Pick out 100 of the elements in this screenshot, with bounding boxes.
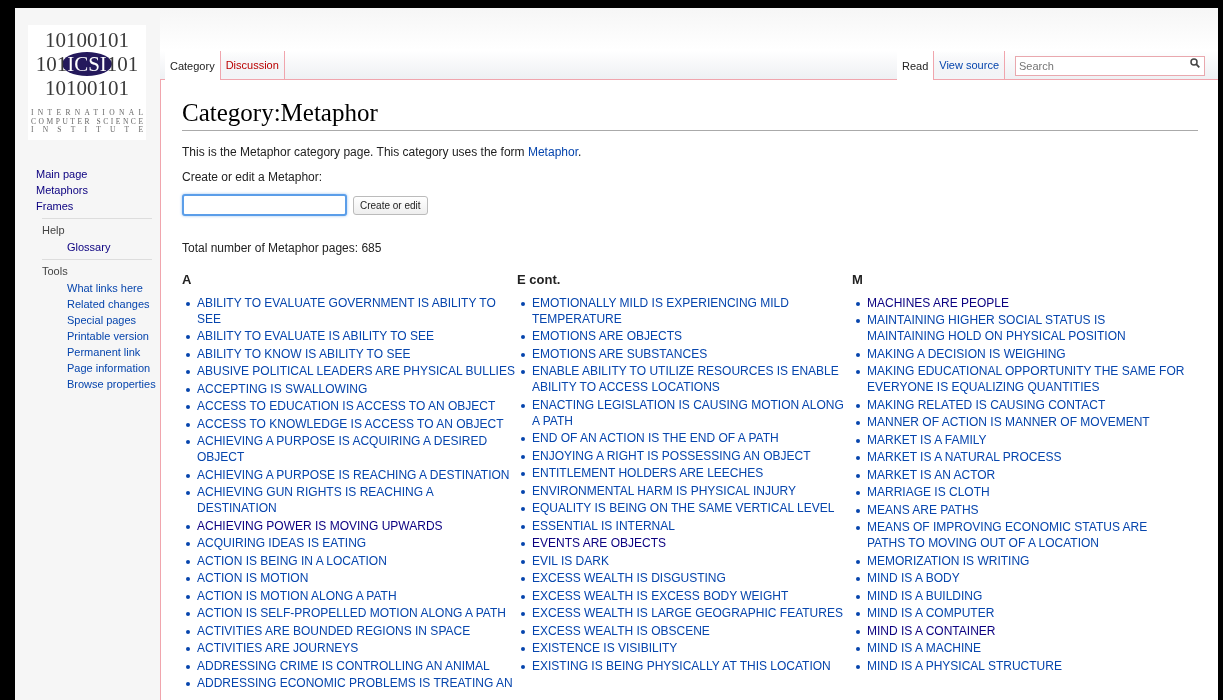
category-entry-link[interactable]: EVIL IS DARK [532, 552, 609, 569]
create-or-edit-button[interactable]: Create or edit [353, 195, 428, 215]
category-entry-link[interactable]: ENJOYING A RIGHT IS POSSESSING AN OBJECT [532, 447, 811, 464]
bullet-icon [856, 421, 860, 425]
total-count: Total number of Metaphor pages: 685 [182, 240, 382, 256]
category-entry-link[interactable]: ACTION IS BEING IN A LOCATION [197, 552, 387, 569]
category-entry-link[interactable]: ACHIEVING A PURPOSE IS REACHING A DESTINATION [197, 466, 510, 483]
category-entry-link[interactable]: ACTION IS MOTION ALONG A PATH [197, 587, 397, 604]
category-entry-link[interactable]: ABILITY TO EVALUATE IS ABILITY TO SEE [197, 328, 434, 344]
category-entry-link[interactable]: EQUALITY IS BEING ON THE SAME VERTICAL LEVEL [532, 500, 835, 516]
bullet-icon [521, 472, 525, 476]
category-entry-link[interactable]: ADDRESSING CRIME IS CONTROLLING AN ANIMAL [197, 657, 490, 674]
bullet-icon [186, 664, 190, 669]
category-entry-link[interactable]: ABILITY TO KNOW IS ABILITY TO SEE [197, 345, 411, 362]
category-entry-link[interactable]: MEANS ARE PATHS [867, 501, 979, 518]
category-entry-link[interactable]: ACCESS TO KNOWLEDGE IS ACCESS TO AN OBJECT [197, 415, 504, 432]
category-entry-link[interactable]: ACHIEVING GUN RIGHTS IS REACHING A DESTINATION [197, 484, 515, 516]
category-entry-link[interactable]: ENACTING LEGISLATION IS CAUSING MOTION ALONG A PATH [532, 396, 850, 429]
sidebar-link[interactable]: Special pages [67, 312, 137, 328]
category-entry-link[interactable]: EXCESS WEALTH IS EXCESS BODY WEIGHT [532, 587, 789, 604]
category-entry-link[interactable]: EXISTENCE IS VISIBILITY [532, 640, 678, 656]
category-entry-link[interactable]: MIND IS A MACHINE [867, 640, 982, 656]
category-entry-link[interactable]: MEANS OF IMPROVING ECONOMIC STATUS ARE PATHS TO MOVING OUT OF A LOCATION [867, 519, 1185, 551]
bullet-icon [521, 437, 525, 441]
bullet-icon [856, 559, 860, 564]
category-entry-link[interactable]: ABILITY TO EVALUATE GOVERNMENT IS ABILITY TO SEE [197, 294, 515, 327]
category-entry-link[interactable]: MAINTAINING HIGHER SOCIAL STATUS IS MAINTAINING HOLD ON PHYSICAL POSITION [867, 312, 1185, 344]
category-entry-link[interactable]: MANNER OF ACTION IS MANNER OF MOVEMENT [867, 414, 1150, 430]
bullet-icon [521, 542, 525, 546]
tab[interactable]: Discussion [220, 51, 285, 79]
category-entry-link[interactable]: MIND IS A COMPUTER [867, 605, 995, 621]
bullet-icon [186, 370, 190, 374]
bullet-icon [186, 524, 190, 529]
form-link[interactable]: Metaphor [527, 145, 578, 159]
search-field[interactable]: Search [1015, 56, 1205, 76]
category-entry-link[interactable]: EVENTS ARE OBJECTS [532, 535, 667, 551]
sidebar-link[interactable]: Browse properties [67, 376, 156, 392]
category-entry-link[interactable]: ESSENTIAL IS INTERNAL [532, 517, 675, 534]
bullet-icon [856, 577, 860, 581]
category-entry-link[interactable]: ACTIVITIES ARE BOUNDED REGIONS IN SPACE [197, 622, 471, 639]
category-entry-link[interactable]: MIND IS A CONTAINER [867, 622, 996, 639]
bullet-icon [856, 403, 860, 408]
bullet-icon [186, 473, 190, 478]
category-entry-link[interactable]: ABUSIVE POLITICAL LEADERS ARE PHYSICAL BULLIES [197, 363, 515, 379]
category-entry-link[interactable]: EMOTIONS ARE SUBSTANCES [532, 345, 708, 362]
category-entry-link[interactable]: ACTION IS SELF-PROPELLED MOTION ALONG A PATH [197, 605, 506, 621]
category-entry-link[interactable]: EXCESS WEALTH IS OBSCENE [532, 622, 710, 639]
sidebar-link[interactable]: Metaphors [36, 182, 88, 198]
category-entry-link[interactable]: MARKET IS A FAMILY [867, 431, 987, 448]
category-entry-link[interactable]: ACHIEVING A PURPOSE IS ACQUIRING A DESIRED OBJECT [197, 433, 515, 465]
sidebar-link[interactable]: Frames [36, 198, 74, 214]
bullet-icon [521, 507, 525, 511]
sidebar-link[interactable]: Page information [67, 360, 151, 376]
category-entry-link[interactable]: MAKING RELATED IS CAUSING CONTACT [867, 396, 1106, 413]
bullet-icon [186, 577, 190, 581]
sidebar-link[interactable]: Permanent link [67, 344, 141, 360]
category-entry-link[interactable]: MEMORIZATION IS WRITING [867, 552, 1030, 569]
category-entry-link[interactable]: EXCESS WEALTH IS DISGUSTING [532, 570, 726, 586]
category-entry-link[interactable]: EXCESS WEALTH IS LARGE GEOGRAPHIC FEATURES [532, 605, 843, 621]
category-entry-link[interactable]: MIND IS A BUILDING [867, 587, 983, 604]
search-icon[interactable] [1190, 58, 1200, 68]
sidebar-link[interactable]: What links here [67, 280, 143, 296]
category-entry-link[interactable]: MIND IS A PHYSICAL STRUCTURE [867, 657, 1062, 674]
category-entry-link[interactable]: MARKET IS AN ACTOR [867, 466, 996, 483]
sidebar-link[interactable]: Glossary [67, 239, 111, 255]
sidebar-link[interactable]: Printable version [67, 328, 149, 344]
bullet-icon [856, 629, 860, 634]
category-entry-link[interactable]: END OF AN ACTION IS THE END OF A PATH [532, 430, 779, 446]
category-entry-link[interactable]: MARKET IS A NATURAL PROCESS [867, 449, 1062, 465]
bullet-icon [186, 647, 190, 651]
tab[interactable]: View source [934, 51, 1005, 79]
tab[interactable]: Read [897, 51, 935, 80]
bullet-icon [186, 440, 190, 444]
category-entry-link[interactable]: MAKING EDUCATIONAL OPPORTUNITY THE SAME FOR EVERYONE IS EQUALIZING QUANTITIES [867, 363, 1185, 395]
bullet-icon [186, 542, 190, 546]
category-entry-link[interactable]: ENVIRONMENTAL HARM IS PHYSICAL INJURY [532, 482, 797, 499]
sidebar-link[interactable]: Main page [36, 166, 88, 182]
category-entry-link[interactable]: EMOTIONALLY MILD IS EXPERIENCING MILD TEMPERATURE [532, 294, 850, 327]
input-field[interactable] [182, 194, 347, 216]
sidebar-link[interactable]: Related changes [67, 296, 150, 312]
category-entry-link[interactable]: MACHINES ARE PEOPLE [867, 294, 1010, 311]
category-entry-link[interactable]: MIND IS A BODY [867, 570, 960, 586]
bullet-icon [856, 491, 860, 495]
category-entry-link[interactable]: ADDRESSING ECONOMIC PROBLEMS IS TREATING AN [197, 675, 513, 691]
category-entry-link[interactable]: ACHIEVING POWER IS MOVING UPWARDS [197, 517, 443, 534]
category-entry-link[interactable]: ENABLE ABILITY TO UTILIZE RESOURCES IS ENABLE ABILITY TO ACCESS LOCATIONS [532, 363, 850, 395]
bullet-icon [521, 629, 525, 634]
bullet-icon [521, 489, 525, 494]
category-entry-link[interactable]: ENTITLEMENT HOLDERS ARE LEECHES [532, 465, 764, 481]
category-entry-link[interactable]: EXISTING IS BEING PHYSICALLY AT THIS LOCATION [532, 657, 831, 674]
bullet-icon [186, 559, 190, 564]
category-entry-link[interactable]: MAKING A DECISION IS WEIGHING [867, 345, 1066, 362]
category-entry-link[interactable]: ACCEPTING IS SWALLOWING [197, 380, 368, 397]
category-entry-link[interactable]: ACCESS TO EDUCATION IS ACCESS TO AN OBJECT [197, 398, 496, 414]
tab[interactable]: Category [165, 51, 221, 80]
category-entry-link[interactable]: EMOTIONS ARE OBJECTS [532, 328, 683, 344]
category-entry-link[interactable]: ACQUIRING IDEAS IS EATING [197, 535, 367, 551]
category-entry-link[interactable]: ACTION IS MOTION [197, 570, 309, 586]
category-entry-link[interactable]: ACTIVITIES ARE JOURNEYS [197, 640, 359, 656]
category-entry-link[interactable]: MARRIAGE IS CLOTH [867, 484, 990, 500]
